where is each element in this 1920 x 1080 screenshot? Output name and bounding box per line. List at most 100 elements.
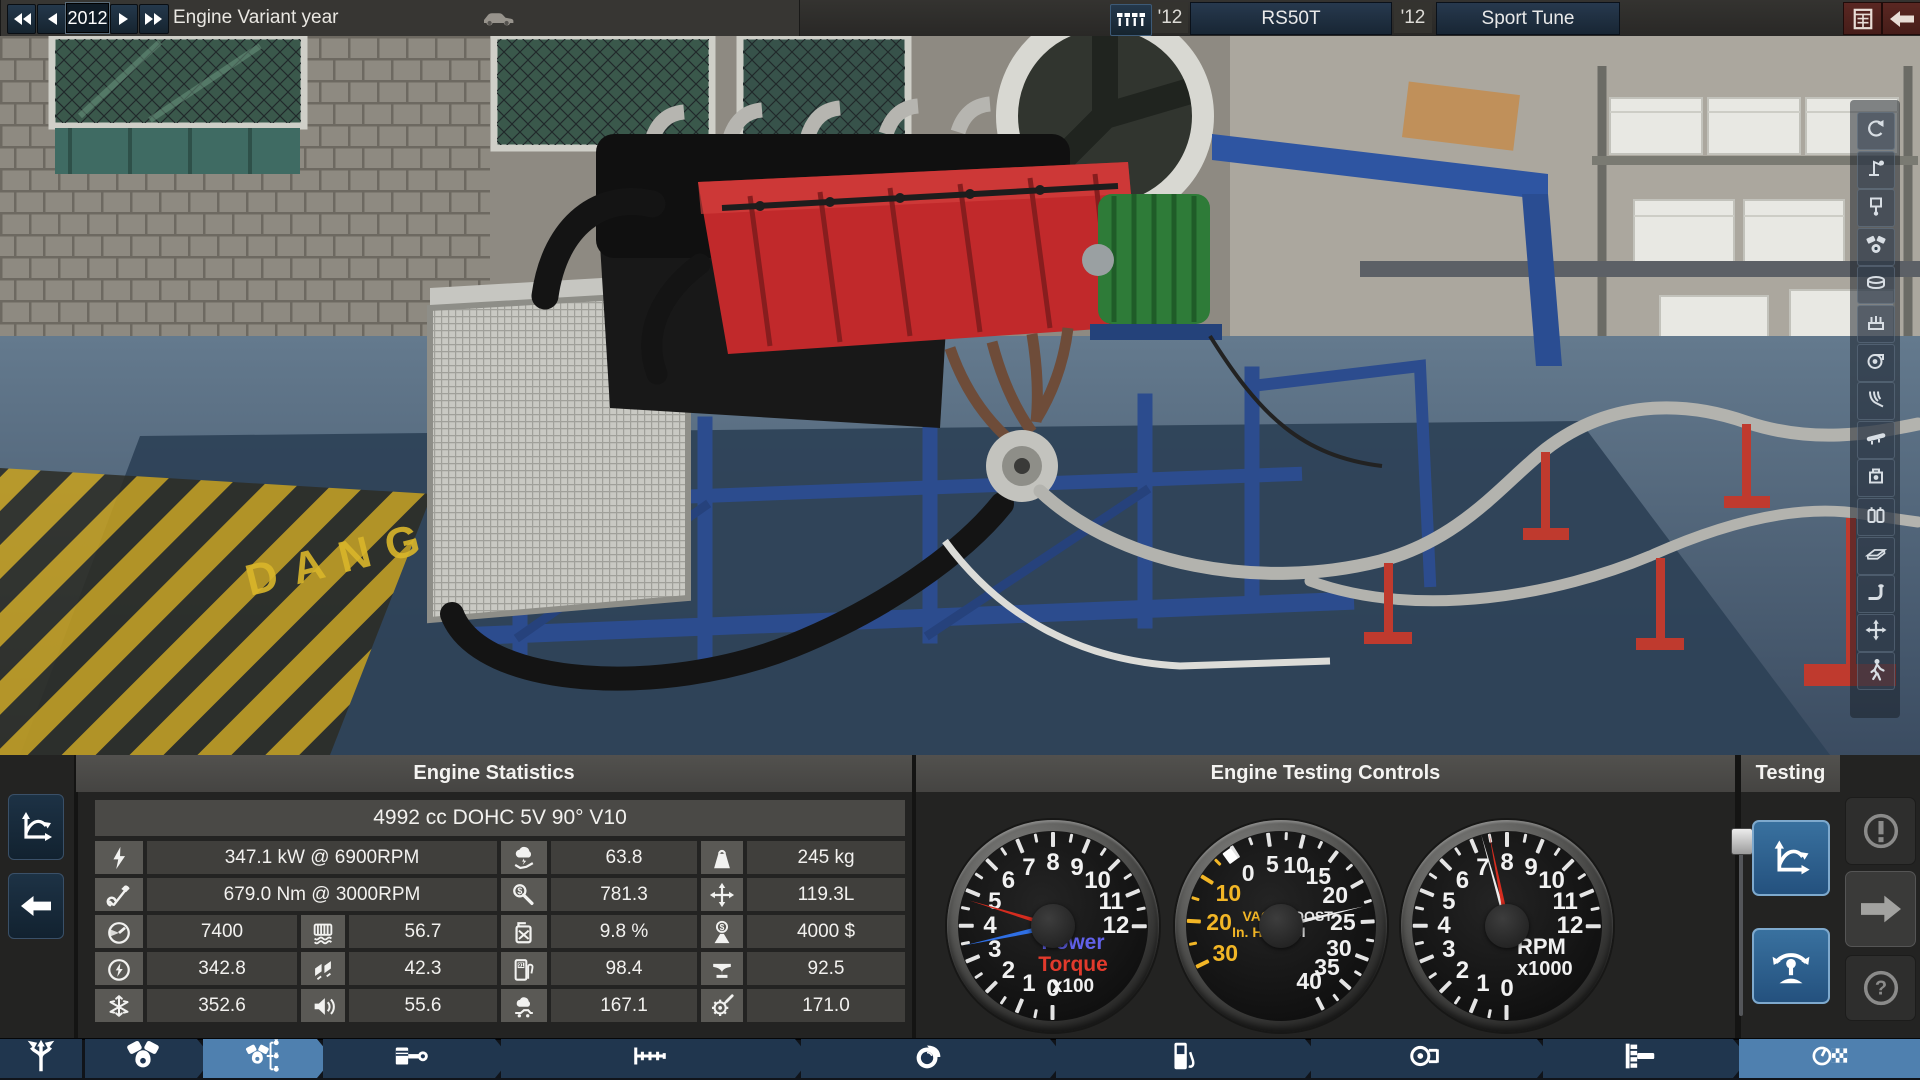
dyno-graph-button[interactable] bbox=[1752, 820, 1830, 896]
year-back-button[interactable] bbox=[37, 4, 66, 34]
gauge-legend: PowerTorquex100 bbox=[1013, 932, 1133, 998]
air-filter-icon bbox=[1864, 271, 1888, 300]
reset-view-icon bbox=[1864, 117, 1888, 146]
gauge-hub bbox=[1259, 904, 1303, 948]
back-arrow-icon bbox=[1890, 10, 1914, 28]
octane-icon: 91 bbox=[501, 952, 547, 985]
tool-undertray-button[interactable] bbox=[1857, 537, 1895, 575]
gauge-legend: RPMx1000 bbox=[1517, 936, 1597, 980]
throttle-control-button[interactable] bbox=[1752, 928, 1830, 1004]
tab-engine-variant[interactable] bbox=[203, 1039, 333, 1078]
dyno-flag-icon bbox=[1811, 1037, 1849, 1080]
tool-carburetor-button[interactable] bbox=[1857, 459, 1895, 497]
stat-value: 55.6 bbox=[349, 989, 497, 1022]
engine-family-name-button[interactable]: RS50T bbox=[1190, 2, 1392, 35]
year-fast-back-button[interactable] bbox=[7, 4, 36, 34]
throttle-slider-track[interactable] bbox=[1739, 829, 1743, 1016]
summary-sheet-button[interactable] bbox=[1843, 2, 1882, 35]
tab-headers[interactable] bbox=[1543, 1039, 1749, 1078]
exhaust-pipe-icon bbox=[1864, 580, 1888, 609]
gauge-number: 11 bbox=[1094, 890, 1128, 914]
backward-icon bbox=[46, 12, 57, 26]
engine-block-icon bbox=[1864, 232, 1888, 261]
gauge-number: 30 bbox=[1208, 941, 1242, 965]
year-mode-label: Engine Variant year bbox=[173, 0, 338, 36]
gauge-number: 3 bbox=[1432, 938, 1466, 962]
gauge-hub bbox=[1485, 904, 1529, 948]
fuel-pump-icon bbox=[1164, 1037, 1202, 1080]
rpm-gauge: 0123456789101112RPMx1000 bbox=[1401, 820, 1613, 1032]
year-fast-forward-button[interactable] bbox=[139, 4, 169, 34]
next-step-button[interactable] bbox=[1845, 871, 1916, 947]
testing-controls-header: Engine Testing Controls bbox=[916, 755, 1735, 792]
car-icon bbox=[482, 9, 514, 27]
car-project-button[interactable] bbox=[478, 5, 518, 31]
throttle-slider-handle[interactable] bbox=[1731, 828, 1753, 855]
engine-hoist-icon bbox=[1864, 155, 1888, 184]
help-button[interactable]: ? bbox=[1845, 955, 1916, 1021]
tool-turbocharger-button[interactable] bbox=[1857, 344, 1895, 382]
warning-icon bbox=[1861, 811, 1901, 851]
torque-icon bbox=[95, 878, 143, 911]
size-icon bbox=[701, 878, 743, 911]
loudness-icon bbox=[301, 989, 345, 1022]
tab-fuel-system[interactable] bbox=[1056, 1039, 1321, 1078]
power-torque-gauge: 0123456789101112PowerTorquex100 bbox=[947, 820, 1159, 1032]
tool-move-part-button[interactable] bbox=[1857, 614, 1895, 652]
responsiveness-icon bbox=[95, 952, 143, 985]
tool-reset-view-button[interactable] bbox=[1857, 112, 1895, 150]
service-cost-icon: $ bbox=[501, 878, 547, 911]
warning-button[interactable] bbox=[1845, 797, 1916, 865]
stat-value: 56.7 bbox=[349, 915, 497, 948]
tab-engine-family[interactable] bbox=[85, 1039, 213, 1078]
tool-walk-mode-button[interactable] bbox=[1857, 652, 1895, 690]
exhaust-headers-icon bbox=[1864, 387, 1888, 416]
tab-exhaust[interactable] bbox=[1311, 1039, 1553, 1078]
tool-engine-hoist-button[interactable] bbox=[1857, 151, 1895, 189]
gauge-legend-label: x1000 bbox=[1517, 958, 1597, 980]
throttle-lever-icon bbox=[1768, 945, 1814, 987]
intake-manifold-icon bbox=[1864, 310, 1888, 339]
top-toolbar: 2012 Engine Variant year '12 RS50T '12 bbox=[0, 0, 1920, 38]
exit-designer-button[interactable] bbox=[1882, 2, 1920, 35]
back-arrow-icon bbox=[21, 894, 51, 918]
piston-rod-icon bbox=[392, 1037, 430, 1080]
tab-engine-manager[interactable] bbox=[0, 1039, 82, 1078]
muffler-icon bbox=[1407, 1037, 1445, 1080]
tab-top-end[interactable] bbox=[501, 1039, 811, 1078]
reliability-icon bbox=[501, 841, 547, 874]
tool-air-filter-button[interactable] bbox=[1857, 266, 1895, 304]
stat-value: 171.0 bbox=[747, 989, 905, 1022]
gauge-legend-label: Power bbox=[1013, 932, 1133, 954]
tool-engine-block-button[interactable] bbox=[1857, 228, 1895, 266]
year-forward-button[interactable] bbox=[110, 4, 138, 34]
radiator-icon bbox=[301, 915, 345, 948]
tool-piston-button[interactable] bbox=[1857, 189, 1895, 227]
tool-fuel-rail-button[interactable] bbox=[1857, 421, 1895, 459]
tab-aspiration[interactable] bbox=[801, 1039, 1066, 1078]
year-field[interactable]: 2012 bbox=[66, 3, 109, 33]
engine-variant-name-button[interactable]: Sport Tune bbox=[1436, 2, 1620, 35]
stat-value: 4000 $ bbox=[747, 915, 905, 948]
fuel-economy-icon bbox=[501, 915, 547, 948]
variant-year-badge: '12 bbox=[1394, 2, 1432, 33]
tool-exhaust-pipe-button[interactable] bbox=[1857, 575, 1895, 613]
tab-testing[interactable] bbox=[1739, 1039, 1920, 1078]
tool-fuel-pumps-button[interactable] bbox=[1857, 498, 1895, 536]
gauge-legend-label: RPM bbox=[1517, 936, 1597, 958]
tab-bottom-end[interactable] bbox=[323, 1039, 511, 1078]
tool-intake-manifold-button[interactable] bbox=[1857, 305, 1895, 343]
boost-gauge: 0510152025303540102030BOOSTPSIVACIn. Hg bbox=[1175, 820, 1387, 1032]
dyno-curves-button[interactable] bbox=[8, 794, 64, 860]
stat-value: 352.6 bbox=[147, 989, 297, 1022]
branch-icon bbox=[22, 1037, 60, 1080]
stat-value: 42.3 bbox=[349, 952, 497, 985]
stat-value: 7400 bbox=[147, 915, 297, 948]
back-panel-button[interactable] bbox=[8, 873, 64, 939]
spec-sheet-icon bbox=[1852, 7, 1874, 31]
tool-exhaust-headers-button[interactable] bbox=[1857, 382, 1895, 420]
smoothness-icon bbox=[301, 952, 345, 985]
weight-icon bbox=[701, 841, 743, 874]
carburetor-icon bbox=[1864, 464, 1888, 493]
scene-3d-viewport[interactable]: DANGER bbox=[0, 36, 1920, 755]
